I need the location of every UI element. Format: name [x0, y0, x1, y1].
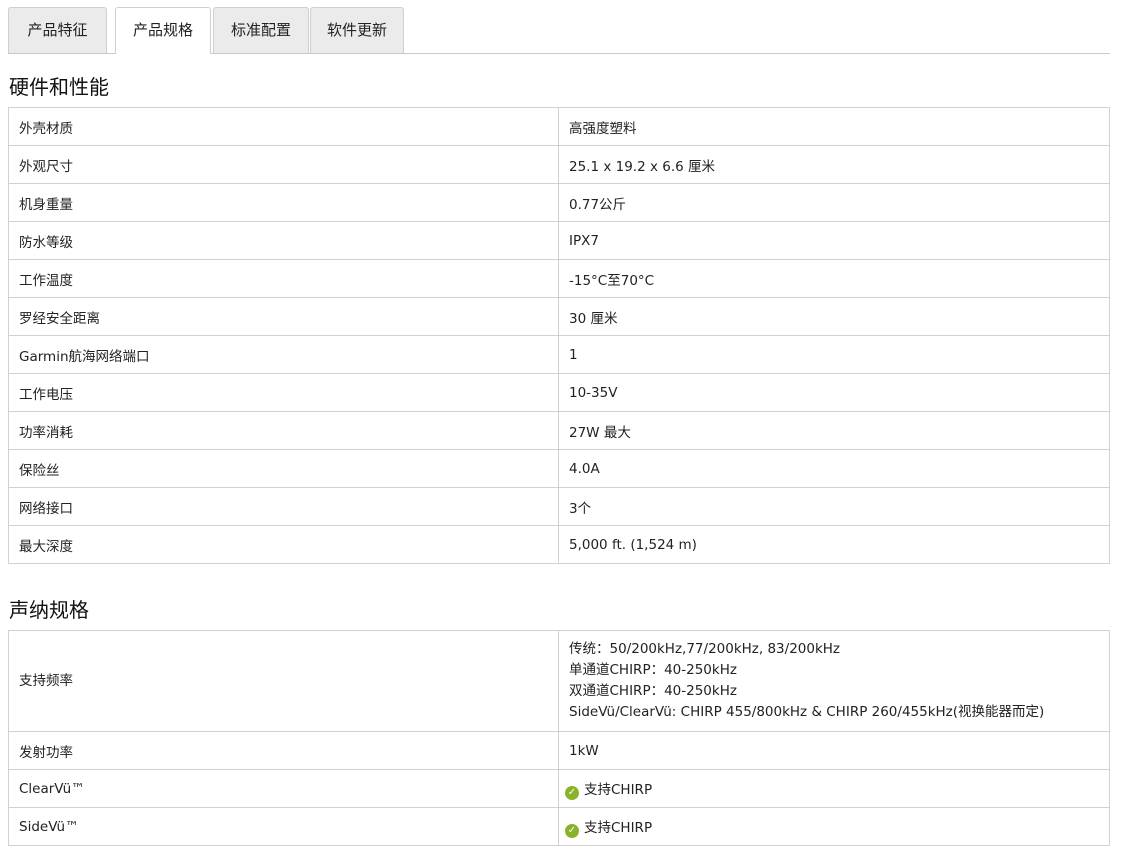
spec-value: ✓ 支持CHIRP	[558, 769, 1110, 808]
tab-product-specs[interactable]: 产品规格	[115, 7, 211, 54]
table-row: 外壳材质 高强度塑料	[8, 107, 1110, 146]
spec-key: 外壳材质	[8, 107, 559, 146]
table-row: 功率消耗 27W 最大	[8, 411, 1110, 450]
tab-standard-config[interactable]: 标准配置	[213, 7, 309, 53]
spec-value: ✓ 支持CHIRP	[558, 807, 1110, 846]
table-row: Garmin航海网络端口 1	[8, 335, 1110, 374]
spec-value: -15°C至70°C	[558, 259, 1110, 298]
table-row: 外观尺寸 25.1 x 19.2 x 6.6 厘米	[8, 145, 1110, 184]
spec-key: SideVü™	[8, 807, 559, 846]
spec-key: 保险丝	[8, 449, 559, 488]
frequency-line: SideVü/ClearVü: CHIRP 455/800kHz & CHIRP…	[569, 704, 1045, 720]
spec-key: ClearVü™	[8, 769, 559, 808]
spec-value: IPX7	[558, 221, 1110, 260]
sonar-spec-table: 支持频率 传统：50/200kHz,77/200kHz, 83/200kHz 单…	[8, 630, 1110, 846]
table-row: 工作电压 10-35V	[8, 373, 1110, 412]
spec-key: 防水等级	[8, 221, 559, 260]
spec-value: 27W 最大	[558, 411, 1110, 450]
table-row: 支持频率 传统：50/200kHz,77/200kHz, 83/200kHz 单…	[8, 630, 1110, 732]
spec-key: 发射功率	[8, 731, 559, 770]
spec-key: 最大深度	[8, 525, 559, 564]
spec-value-text: 支持CHIRP	[584, 781, 653, 798]
spec-key: Garmin航海网络端口	[8, 335, 559, 374]
spec-key: 工作电压	[8, 373, 559, 412]
spec-value: 1	[558, 335, 1110, 374]
spec-value: 0.77公斤	[558, 183, 1110, 222]
spec-value: 5,000 ft. (1,524 m)	[558, 525, 1110, 564]
spec-value: 4.0A	[558, 449, 1110, 488]
spec-value: 30 厘米	[558, 297, 1110, 336]
spec-key: 外观尺寸	[8, 145, 559, 184]
spec-value: 25.1 x 19.2 x 6.6 厘米	[558, 145, 1110, 184]
sonar-section-title: 声纳规格	[9, 598, 89, 622]
spec-value: 10-35V	[558, 373, 1110, 412]
spec-key: 网络接口	[8, 487, 559, 526]
table-row: 发射功率 1kW	[8, 731, 1110, 770]
spec-value: 高强度塑料	[558, 107, 1110, 146]
frequency-line: 双通道CHIRP：40-250kHz	[569, 683, 737, 699]
hardware-section-title: 硬件和性能	[9, 75, 109, 99]
spec-key: 机身重量	[8, 183, 559, 222]
spec-key: 功率消耗	[8, 411, 559, 450]
spec-key: 支持频率	[8, 630, 559, 732]
frequency-line: 单通道CHIRP：40-250kHz	[569, 662, 737, 678]
spec-value: 1kW	[558, 731, 1110, 770]
spec-key: 罗经安全距离	[8, 297, 559, 336]
table-row: 防水等级 IPX7	[8, 221, 1110, 260]
check-circle-icon: ✓	[565, 785, 579, 800]
spec-key: 工作温度	[8, 259, 559, 298]
table-row: 网络接口 3个	[8, 487, 1110, 526]
spec-value: 3个	[558, 487, 1110, 526]
hardware-spec-table: 外壳材质 高强度塑料 外观尺寸 25.1 x 19.2 x 6.6 厘米 机身重量 0.7…	[8, 107, 1110, 564]
table-row: SideVü™ ✓ 支持CHIRP	[8, 807, 1110, 846]
tab-product-features[interactable]: 产品特征	[8, 7, 107, 53]
table-row: 最大深度 5,000 ft. (1,524 m)	[8, 525, 1110, 564]
frequency-line: 传统：50/200kHz,77/200kHz, 83/200kHz	[569, 641, 841, 657]
table-row: 工作温度 -15°C至70°C	[8, 259, 1110, 298]
spec-value-frequency: 传统：50/200kHz,77/200kHz, 83/200kHz 单通道CHI…	[558, 630, 1110, 732]
table-row: 机身重量 0.77公斤	[8, 183, 1110, 222]
spec-value-text: 支持CHIRP	[584, 819, 653, 836]
table-row: ClearVü™ ✓ 支持CHIRP	[8, 769, 1110, 808]
tab-software-updates[interactable]: 软件更新	[310, 7, 404, 53]
tab-bar: 产品特征 产品规格 标准配置 软件更新	[8, 0, 1110, 54]
check-circle-icon: ✓	[565, 823, 579, 838]
table-row: 保险丝 4.0A	[8, 449, 1110, 488]
table-row: 罗经安全距离 30 厘米	[8, 297, 1110, 336]
